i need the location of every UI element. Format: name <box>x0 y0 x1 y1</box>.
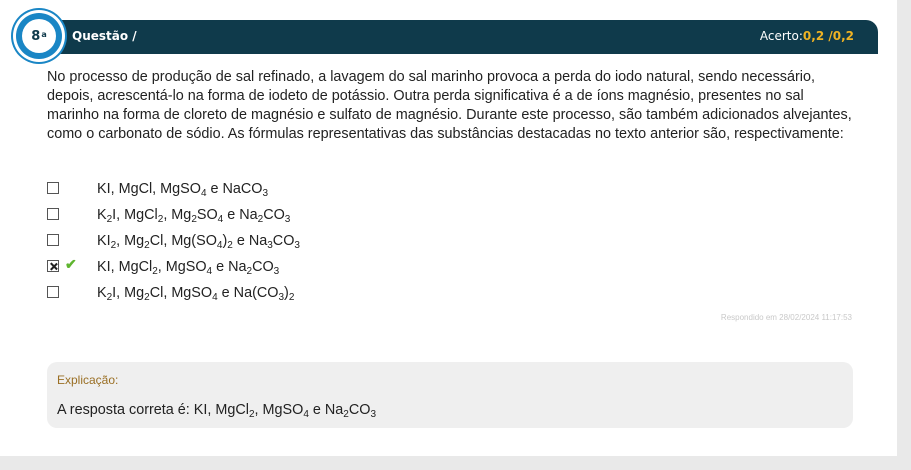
score-max: 0,2 <box>832 29 854 43</box>
answer-option-label: KI2, Mg2Cl, Mg(SO4)2 e Na3CO3 <box>97 233 300 251</box>
score-value: 0,2 <box>802 29 825 43</box>
question-card: Questão / Acerto:0,2 /0,2 8a No processo… <box>0 0 897 456</box>
answer-option-5[interactable]: K2I, Mg2Cl, MgSO4 e Na(CO3)2 <box>47 285 347 311</box>
question-number: 8 <box>31 28 41 44</box>
answer-option-3[interactable]: KI2, Mg2Cl, Mg(SO4)2 e Na3CO3 <box>47 233 347 259</box>
formula-text: e Na <box>308 402 344 418</box>
formula-subscript: 3 <box>294 240 300 251</box>
checkbox-icon[interactable] <box>47 182 59 194</box>
formula-text: e Na <box>223 207 258 223</box>
explanation-box: Explicação: A resposta correta é: KI, Mg… <box>47 362 853 428</box>
formula-text: KI, MgCl <box>97 259 153 275</box>
answer-options: KI, MgCl, MgSO4 e NaCO3 K2I, MgCl2, Mg2SO… <box>47 181 347 311</box>
formula-text: CO <box>263 207 285 223</box>
question-number-sup: a <box>41 29 47 39</box>
score-separator: / <box>824 29 833 43</box>
formula-subscript: 2 <box>288 292 295 303</box>
formula-text: , MgSO <box>157 259 207 275</box>
formula-text: SO <box>196 207 218 223</box>
checkbox-icon[interactable] <box>47 260 59 272</box>
formula-text: e Na <box>232 233 268 249</box>
formula-text: I, Mg <box>112 285 145 301</box>
explanation-text: A resposta correta é: KI, MgCl2, MgSO4 e… <box>57 402 376 420</box>
formula-text: Cl, Mg(SO <box>149 233 217 249</box>
formula-text: K <box>97 207 107 223</box>
formula-subscript: 3 <box>284 214 291 225</box>
formula-subscript: 3 <box>262 188 269 199</box>
formula-text: KI, MgCl, MgSO <box>97 181 201 197</box>
checkbox-icon[interactable] <box>47 286 59 298</box>
formula-text: KI <box>97 233 111 249</box>
explanation-label: Explicação: <box>57 373 119 387</box>
check-icon: ✔ <box>65 256 77 272</box>
question-header: Questão / Acerto:0,2 /0,2 <box>24 20 878 54</box>
formula-text: CO <box>348 402 371 418</box>
formula-subscript: 3 <box>273 266 280 277</box>
formula-text: CO <box>272 233 295 249</box>
answer-option-label: K2I, MgCl2, Mg2SO4 e Na2CO3 <box>97 207 290 225</box>
answer-option-label: KI, MgCl2, MgSO4 e Na2CO3 <box>97 259 279 277</box>
formula-text: , MgSO <box>254 402 304 418</box>
question-title: Questão / <box>72 29 137 43</box>
answered-timestamp: Respondido em 28/02/2024 11:17:53 <box>720 313 852 322</box>
score-label: Acerto: <box>759 29 803 43</box>
formula-subscript: 3 <box>370 409 376 420</box>
answer-option-label: KI, MgCl, MgSO4 e NaCO3 <box>97 181 268 199</box>
checkbox-icon[interactable] <box>47 208 59 220</box>
formula-text: e Na(CO <box>217 285 279 301</box>
formula-text: e Na <box>212 259 247 275</box>
answer-option-label: K2I, Mg2Cl, MgSO4 e Na(CO3)2 <box>97 285 294 303</box>
formula-text: CO <box>252 259 274 275</box>
answer-option-4[interactable]: ✔ KI, MgCl2, MgSO4 e Na2CO3 <box>47 256 347 285</box>
answer-option-1[interactable]: KI, MgCl, MgSO4 e NaCO3 <box>47 181 347 207</box>
formula-text: A resposta correta é: KI, MgCl <box>57 402 249 418</box>
formula-text: e NaCO <box>206 181 263 197</box>
formula-text: , Mg <box>163 207 192 223</box>
formula-text: , Mg <box>116 233 145 249</box>
answer-option-2[interactable]: K2I, MgCl2, Mg2SO4 e Na2CO3 <box>47 207 347 233</box>
formula-text: Cl, MgSO <box>149 285 213 301</box>
question-number-badge: 8a <box>16 13 62 59</box>
checkbox-icon[interactable] <box>47 234 59 246</box>
question-statement: No processo de produção de sal refinado,… <box>47 69 852 142</box>
formula-text: I, MgCl <box>112 207 158 223</box>
formula-text: K <box>97 285 107 301</box>
score: Acerto:0,2 /0,2 <box>760 29 854 43</box>
